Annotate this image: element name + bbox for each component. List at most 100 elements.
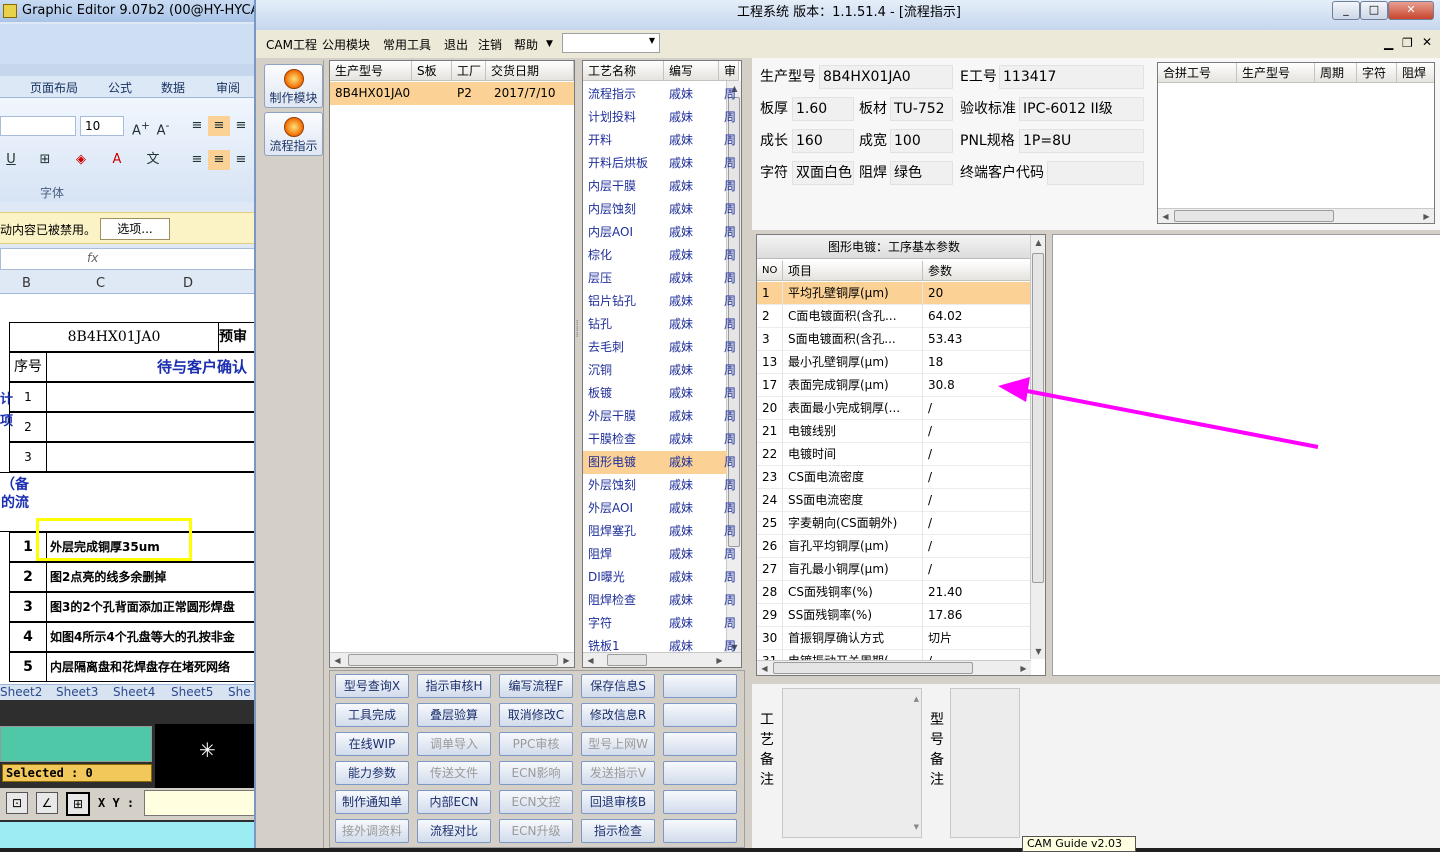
info-char-field[interactable]: 双面白色 bbox=[792, 161, 854, 185]
align-bottom-icon[interactable]: ≡ bbox=[230, 116, 252, 136]
mdi-min-icon[interactable]: ▁ bbox=[1384, 36, 1393, 50]
sheet-tab-3[interactable]: Sheet3 bbox=[56, 685, 98, 699]
sheet-tab-4[interactable]: Sheet4 bbox=[113, 685, 155, 699]
action-button[interactable] bbox=[663, 732, 737, 756]
align-top-icon[interactable]: ≡ bbox=[186, 116, 208, 136]
note-scroll-up-icon[interactable]: ▲ bbox=[914, 695, 919, 703]
process-row[interactable]: 内层AOI 戚妹 周 bbox=[583, 221, 736, 244]
ribbon-tab-formula[interactable]: 公式 bbox=[108, 79, 132, 96]
order-col-factory[interactable]: 工厂 bbox=[452, 61, 486, 81]
info-len-field[interactable]: 160 bbox=[792, 129, 854, 153]
fx-icon[interactable]: fx bbox=[87, 251, 98, 265]
param-col-item[interactable]: 项目 bbox=[783, 261, 923, 281]
process-row[interactable]: 阻焊 戚妹 周 bbox=[583, 543, 736, 566]
action-button[interactable]: 指示检查 bbox=[581, 819, 655, 843]
order-hscroll[interactable]: ◀ ▶ bbox=[330, 652, 574, 667]
param-row[interactable]: 29 SS面残铜率(%) 17.86 bbox=[757, 604, 1031, 627]
minimize-button[interactable]: _ bbox=[1332, 1, 1360, 20]
process-row[interactable]: 沉铜 戚妹 周 bbox=[583, 359, 736, 382]
font-size-box[interactable]: 10 bbox=[80, 116, 124, 136]
process-row[interactable]: 图形电镀 戚妹 周 bbox=[583, 451, 736, 474]
action-button[interactable]: 制作通知单 bbox=[335, 790, 409, 814]
info-cust-field[interactable] bbox=[1047, 161, 1144, 185]
process-row[interactable]: 流程指示 戚妹 周 bbox=[583, 83, 736, 106]
menu-tools[interactable]: 常用工具 bbox=[383, 36, 431, 53]
process-row[interactable]: 外层蚀刻 戚妹 周 bbox=[583, 474, 736, 497]
param-row[interactable]: 3 S面电镀面积(含孔... 53.43 bbox=[757, 328, 1031, 351]
action-button[interactable]: 编写流程F bbox=[499, 674, 573, 698]
cell-item-4-no[interactable]: 4 bbox=[9, 622, 47, 652]
action-button[interactable]: 工具完成 bbox=[335, 703, 409, 727]
merge-hscroll-thumb[interactable] bbox=[1174, 210, 1334, 222]
process-row[interactable]: 钻孔 戚妹 周 bbox=[583, 313, 736, 336]
scroll-right-icon[interactable]: ▶ bbox=[559, 653, 574, 667]
align-middle-icon[interactable]: ≡ bbox=[208, 116, 230, 136]
process-row[interactable]: 去毛刺 戚妹 周 bbox=[583, 336, 736, 359]
process-row[interactable]: 层压 戚妹 周 bbox=[583, 267, 736, 290]
param-col-value[interactable]: 参数 bbox=[923, 261, 1031, 281]
param-col-no[interactable]: NO bbox=[757, 261, 783, 281]
param-hscroll[interactable]: ◀ ▶ bbox=[757, 660, 1031, 675]
merge-col-part[interactable]: 生产型号 bbox=[1237, 63, 1315, 83]
sheet-tab-more[interactable]: She bbox=[228, 685, 251, 699]
process-row[interactable]: 阻焊检查 戚妹 周 bbox=[583, 589, 736, 612]
param-row[interactable]: 1 平均孔壁铜厚(μm) 20 bbox=[757, 282, 1031, 305]
cell-item-3[interactable]: 图3的2个孔背面添加正常圆形焊盘 bbox=[46, 592, 256, 622]
scroll-left-icon[interactable]: ◀ bbox=[757, 661, 772, 675]
merge-hscroll[interactable]: ◀ ▶ bbox=[1158, 208, 1434, 223]
cell-row-1[interactable]: 1 bbox=[9, 382, 47, 412]
cell-row-1-text[interactable] bbox=[46, 382, 256, 412]
action-button[interactable]: 接外调资料 bbox=[335, 819, 409, 843]
ribbon-tab-layout[interactable]: 页面布局 bbox=[30, 79, 78, 96]
close-button[interactable]: ✕ bbox=[1388, 1, 1434, 20]
formula-bar[interactable]: fx bbox=[0, 248, 256, 270]
process-row[interactable]: 干膜检查 戚妹 周 bbox=[583, 428, 736, 451]
param-row[interactable]: 20 表面最小完成铜厚(... / bbox=[757, 397, 1031, 420]
shrink-font-icon[interactable]: A- bbox=[152, 116, 174, 138]
action-button[interactable]: 传送文件 bbox=[417, 761, 491, 785]
process-row[interactable]: 开料 戚妹 周 bbox=[583, 129, 736, 152]
grid-icon[interactable]: ⊞ bbox=[66, 792, 90, 816]
action-button[interactable]: 型号查询X bbox=[335, 674, 409, 698]
mdi-restore-icon[interactable]: ❐ bbox=[1402, 36, 1413, 50]
param-row[interactable]: 2 C面电镀面积(含孔... 64.02 bbox=[757, 305, 1031, 328]
merge-col-char[interactable]: 字符 bbox=[1357, 63, 1397, 83]
info-thick-field[interactable]: 1.60 bbox=[792, 97, 854, 121]
process-note-box[interactable]: ▲ ▼ bbox=[782, 688, 922, 838]
process-row[interactable]: 棕化 戚妹 周 bbox=[583, 244, 736, 267]
mdi-close-icon[interactable]: ✕ bbox=[1422, 35, 1432, 49]
col-header-c[interactable]: C bbox=[96, 276, 105, 291]
cell-item-3-no[interactable]: 3 bbox=[9, 592, 47, 622]
scroll-down-icon[interactable]: ▼ bbox=[1031, 644, 1045, 659]
menu-cam[interactable]: CAM工程 bbox=[266, 36, 317, 53]
process-row[interactable]: 铝片钻孔 戚妹 周 bbox=[583, 290, 736, 313]
menu-logout[interactable]: 注销 bbox=[478, 36, 502, 53]
order-col-part[interactable]: 生产型号 bbox=[330, 61, 412, 81]
action-button[interactable] bbox=[663, 761, 737, 785]
cell-row-2[interactable]: 2 bbox=[9, 412, 47, 442]
info-material-field[interactable]: TU-752 bbox=[890, 97, 953, 121]
cell-part-no[interactable]: 8B4HX01JA0 bbox=[9, 322, 219, 352]
scroll-right-icon[interactable]: ▶ bbox=[1016, 661, 1031, 675]
action-button[interactable]: ECN影响 bbox=[499, 761, 573, 785]
cell-row-2-text[interactable] bbox=[46, 412, 256, 442]
options-button[interactable]: 选项... bbox=[100, 218, 170, 240]
order-row[interactable]: 8B4HX01JA0 P2 2017/7/10 bbox=[330, 82, 574, 105]
process-row[interactable]: 计划投料 戚妹 周 bbox=[583, 106, 736, 129]
param-row[interactable]: 23 CS面电流密度 / bbox=[757, 466, 1031, 489]
border-icon[interactable]: ⊞ bbox=[34, 150, 56, 170]
phonetic-icon[interactable]: 文 bbox=[142, 150, 164, 170]
action-button[interactable]: 叠层验算 bbox=[417, 703, 491, 727]
param-row[interactable]: 26 盲孔平均铜厚(μm) / bbox=[757, 535, 1031, 558]
info-pnl-field[interactable]: 1P=8U bbox=[1019, 129, 1144, 153]
param-vscroll-thumb[interactable] bbox=[1032, 253, 1044, 583]
process-row[interactable]: DI曝光 戚妹 周 bbox=[583, 566, 736, 589]
zoom-box-icon[interactable]: ⊡ bbox=[6, 792, 28, 814]
ribbon-tab-review[interactable]: 审阅 bbox=[216, 79, 240, 96]
process-row[interactable]: 板镀 戚妹 周 bbox=[583, 382, 736, 405]
process-row[interactable]: 开料后烘板 戚妹 周 bbox=[583, 152, 736, 175]
info-part-field[interactable]: 8B4HX01JA0 bbox=[819, 65, 953, 89]
merge-col-job[interactable]: 合拼工号 bbox=[1158, 63, 1237, 83]
param-row[interactable]: 13 最小孔壁铜厚(μm) 18 bbox=[757, 351, 1031, 374]
param-row[interactable]: 24 SS面电流密度 / bbox=[757, 489, 1031, 512]
